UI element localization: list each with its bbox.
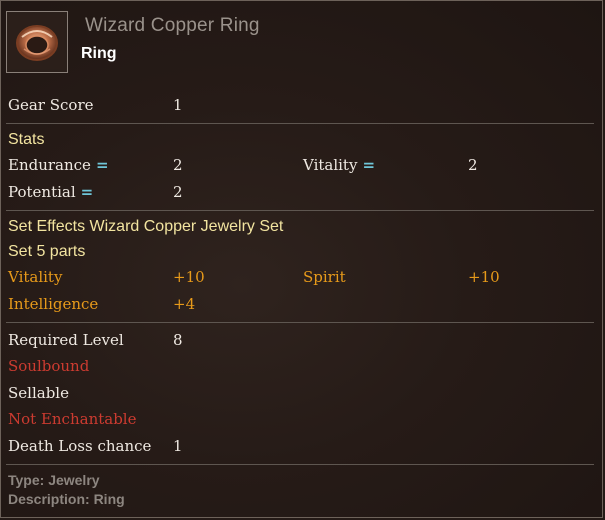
equal-icon: = <box>80 183 94 201</box>
stat-row: Potential = 2 <box>1 183 602 205</box>
gear-score-row: Gear Score 1 <box>1 96 602 118</box>
set-bonus-value-intelligence: +4 <box>173 295 196 313</box>
death-loss-row: Death Loss chance 1 <box>1 437 602 459</box>
set-bonus-row: Vitality +10 Spirit +10 <box>1 268 602 290</box>
stat-value-potential: 2 <box>173 183 183 201</box>
soulbound-label: Soulbound <box>8 357 90 375</box>
set-bonus-value-spirit: +10 <box>468 268 500 286</box>
item-name: Wizard Copper Ring <box>85 15 260 36</box>
gear-score-value: 1 <box>173 96 183 114</box>
required-level-label: Required Level <box>8 331 124 349</box>
stats-title: Stats <box>8 131 45 148</box>
stat-row: Endurance = 2 Vitality = 2 <box>1 156 602 178</box>
stat-value-endurance: 2 <box>173 156 183 174</box>
enchantable-label: Not Enchantable <box>8 410 137 428</box>
item-category: Type: Jewelry <box>8 472 100 488</box>
set-bonus-label-intelligence: Intelligence <box>8 295 99 313</box>
divider <box>6 123 594 124</box>
divider <box>6 210 594 211</box>
item-type: Ring <box>81 45 117 62</box>
tooltip-header: Wizard Copper Ring Ring <box>1 1 602 81</box>
stat-label-potential: Potential = <box>8 183 94 201</box>
divider <box>6 322 594 323</box>
set-effects-title: Set Effects Wizard Copper Jewelry Set <box>8 218 284 235</box>
stat-value-vitality: 2 <box>468 156 478 174</box>
divider <box>6 464 594 465</box>
sellable-row: Sellable <box>1 384 602 406</box>
stat-label-endurance: Endurance = <box>8 156 109 174</box>
gear-score-label: Gear Score <box>8 96 94 114</box>
stat-label-vitality: Vitality = <box>303 156 376 174</box>
copper-ring-icon <box>10 15 64 69</box>
set-bonus-row: Intelligence +4 <box>1 295 602 317</box>
item-description: Description: Ring <box>8 491 125 507</box>
item-tooltip: Wizard Copper Ring Ring Gear Score 1 Sta… <box>0 0 603 518</box>
sellable-label: Sellable <box>8 384 69 402</box>
equal-icon: = <box>362 156 376 174</box>
set-bonus-label-vitality: Vitality <box>8 268 63 286</box>
required-level-value: 8 <box>173 331 183 349</box>
death-loss-label: Death Loss chance <box>8 437 152 455</box>
soulbound-row: Soulbound <box>1 357 602 379</box>
death-loss-value: 1 <box>173 437 183 455</box>
set-bonus-value-vitality: +10 <box>173 268 205 286</box>
item-icon-frame <box>6 11 68 73</box>
set-parts-label: Set 5 parts <box>8 243 86 260</box>
set-bonus-label-spirit: Spirit <box>303 268 346 286</box>
required-level-row: Required Level 8 <box>1 331 602 353</box>
enchantable-row: Not Enchantable <box>1 410 602 432</box>
equal-icon: = <box>95 156 109 174</box>
